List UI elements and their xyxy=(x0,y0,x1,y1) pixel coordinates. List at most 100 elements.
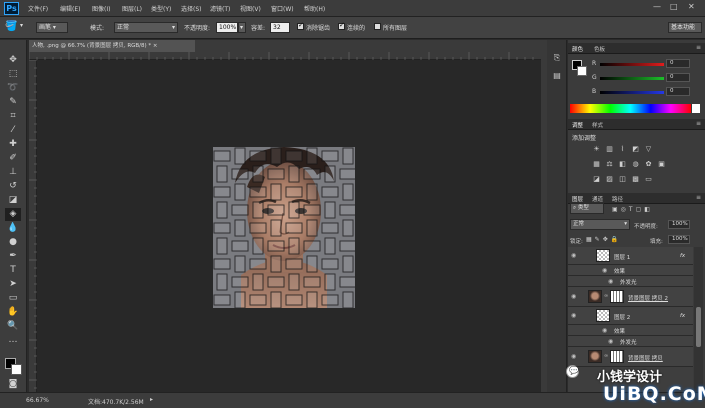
menu-edit[interactable]: 编辑(E) xyxy=(60,4,80,13)
opacity-input[interactable]: 100% xyxy=(216,22,238,33)
history-panel-icon[interactable]: ⎘ xyxy=(551,52,563,64)
workspace-dropdown[interactable]: 基本功能 xyxy=(668,22,702,33)
menu-select[interactable]: 选择(S) xyxy=(181,4,202,13)
zoom-tool-icon[interactable]: 🔍 xyxy=(5,320,21,333)
brush-tool-icon[interactable]: ✐ xyxy=(5,152,21,165)
panel-menu-icon[interactable]: ≡ xyxy=(696,120,701,127)
tolerance-input[interactable]: 32 xyxy=(270,22,290,33)
layer-row[interactable]: ◉ 图层 1 fx xyxy=(568,247,693,265)
mode-dropdown[interactable]: 正常 ▾ xyxy=(114,22,178,33)
background-color-chip[interactable] xyxy=(577,66,587,76)
quick-mask-icon[interactable]: ◙ xyxy=(5,378,21,391)
quick-select-tool-icon[interactable]: ✎ xyxy=(5,96,21,109)
white-swatch[interactable] xyxy=(692,104,700,113)
move-tool-icon[interactable]: ✥ xyxy=(5,54,21,67)
layer-row[interactable]: ◉ ∞ 背景图层 拷贝 2 xyxy=(568,287,693,307)
black-white-icon[interactable]: ◧ xyxy=(618,160,627,169)
gradient-map-icon[interactable]: ▽ xyxy=(644,145,653,154)
document-image[interactable] xyxy=(213,147,355,308)
all-layers-checkbox[interactable] xyxy=(374,23,381,30)
opacity-dropdown-button[interactable]: ▾ xyxy=(238,22,246,33)
channel-mixer-icon[interactable]: ✿ xyxy=(644,160,653,169)
tab-adjustments[interactable]: 调整 xyxy=(572,121,583,129)
eye-icon[interactable]: ◉ xyxy=(571,353,576,360)
eye-icon[interactable]: ◉ xyxy=(571,312,576,319)
menu-file[interactable]: 文件(F) xyxy=(28,4,48,13)
selective-color-icon[interactable]: ▩ xyxy=(631,175,640,184)
menu-help[interactable]: 帮助(H) xyxy=(304,4,325,13)
tab-layers[interactable]: 图层 xyxy=(572,195,583,203)
crop-tool-icon[interactable]: ⌗ xyxy=(5,110,21,123)
dodge-tool-icon[interactable]: ● xyxy=(5,236,21,249)
eye-icon[interactable]: ◉ xyxy=(571,293,576,300)
eyedropper-tool-icon[interactable]: ⁄ xyxy=(5,124,21,137)
healing-tool-icon[interactable]: ✚ xyxy=(5,138,21,151)
shape-tool-icon[interactable]: ▭ xyxy=(5,292,21,305)
tab-styles[interactable]: 样式 xyxy=(592,121,603,129)
path-select-tool-icon[interactable]: ➤ xyxy=(5,278,21,291)
levels-icon[interactable]: ▥ xyxy=(605,145,614,154)
hand-tool-icon[interactable]: ✋ xyxy=(5,306,21,319)
scrollbar-thumb[interactable] xyxy=(696,307,701,347)
layer-opacity-input[interactable]: 100% xyxy=(668,220,690,229)
channel-b-value[interactable]: 0 xyxy=(666,87,690,96)
eye-icon[interactable]: ◉ xyxy=(602,267,607,274)
type-tool-icon[interactable]: T xyxy=(5,264,21,277)
layer-filter-icons[interactable]: ▣◎T▢◧ xyxy=(612,206,653,213)
vibrance-icon[interactable]: ▦ xyxy=(592,160,601,169)
clone-tool-icon[interactable]: ⊥ xyxy=(5,166,21,179)
eraser-tool-icon[interactable]: ◪ xyxy=(5,194,21,207)
channel-r-slider[interactable] xyxy=(600,63,664,66)
color-spectrum-bar[interactable] xyxy=(570,104,691,113)
marquee-tool-icon[interactable]: ⬚ xyxy=(5,68,21,81)
posterize-icon[interactable]: ▨ xyxy=(605,175,614,184)
eye-icon[interactable]: ◉ xyxy=(602,327,607,334)
document-tab[interactable]: 人物, .png @ 66.7% (背景图层 拷贝, RGB/8) * × xyxy=(29,40,195,52)
tab-swatches[interactable]: 色板 xyxy=(594,45,605,53)
pen-tool-icon[interactable]: ✒ xyxy=(5,250,21,263)
antialias-checkbox[interactable] xyxy=(297,21,304,30)
tool-preset-arrow-icon[interactable]: ▾ xyxy=(20,22,23,29)
paint-bucket-tool-icon[interactable]: 🪣 xyxy=(5,21,17,32)
color-balance-icon[interactable]: ⚖ xyxy=(605,160,614,169)
background-color-swatch[interactable] xyxy=(11,364,22,375)
more-tools-icon[interactable]: … xyxy=(5,334,21,347)
paint-bucket-tool-icon[interactable]: ◈ xyxy=(5,208,21,221)
invert-icon[interactable]: ◪ xyxy=(592,175,601,184)
menu-type[interactable]: 类型(Y) xyxy=(151,4,171,13)
blend-mode-dropdown[interactable]: 正常 ▾ xyxy=(570,219,630,230)
menu-view[interactable]: 视图(V) xyxy=(240,4,261,13)
lock-icons[interactable]: ▦✎✥🔒 xyxy=(586,236,621,243)
panel-menu-icon[interactable]: ≡ xyxy=(696,194,701,201)
blur-tool-icon[interactable]: 💧 xyxy=(5,222,21,235)
menu-image[interactable]: 图像(I) xyxy=(92,4,110,13)
tab-channels[interactable]: 通道 xyxy=(592,195,603,203)
layer-effect-row[interactable]: ◉ 外发光 xyxy=(568,336,693,347)
layer-filter-dropdown[interactable]: ⌕ 类型 xyxy=(570,203,604,214)
channel-g-value[interactable]: 0 xyxy=(666,73,690,82)
tool-preset-dropdown[interactable]: 画笔 ▾ xyxy=(36,22,68,33)
menu-layer[interactable]: 图层(L) xyxy=(122,4,142,13)
menu-window[interactable]: 窗口(W) xyxy=(271,4,294,13)
layer-effect-row[interactable]: ◉ 外发光 xyxy=(568,276,693,287)
curves-icon[interactable]: ⌇ xyxy=(618,145,627,154)
close-button[interactable]: ✕ xyxy=(688,2,695,11)
lasso-tool-icon[interactable]: ➰ xyxy=(5,82,21,95)
channel-b-slider[interactable] xyxy=(600,91,664,94)
threshold-icon[interactable]: ◫ xyxy=(618,175,627,184)
properties-panel-icon[interactable]: ▤ xyxy=(551,70,563,82)
exposure-icon[interactable]: ◩ xyxy=(631,145,640,154)
history-brush-tool-icon[interactable]: ↺ xyxy=(5,180,21,193)
menu-filter[interactable]: 滤镜(T) xyxy=(210,4,230,13)
contiguous-checkbox[interactable] xyxy=(338,21,345,30)
tab-paths[interactable]: 路径 xyxy=(612,195,623,203)
zoom-level[interactable]: 66.67% xyxy=(26,397,49,404)
eye-icon[interactable]: ◉ xyxy=(571,252,576,259)
fx-icon[interactable]: fx xyxy=(680,253,685,259)
layer-effects-row[interactable]: ◉ 效果 xyxy=(568,325,693,336)
gradient-map-icon[interactable]: ▭ xyxy=(644,175,653,184)
layer-row[interactable]: ◉ 图层 2 fx xyxy=(568,307,693,325)
tab-color[interactable]: 颜色 xyxy=(572,45,583,53)
eye-icon[interactable]: ◉ xyxy=(608,278,613,285)
photo-filter-icon[interactable]: ◍ xyxy=(631,160,640,169)
